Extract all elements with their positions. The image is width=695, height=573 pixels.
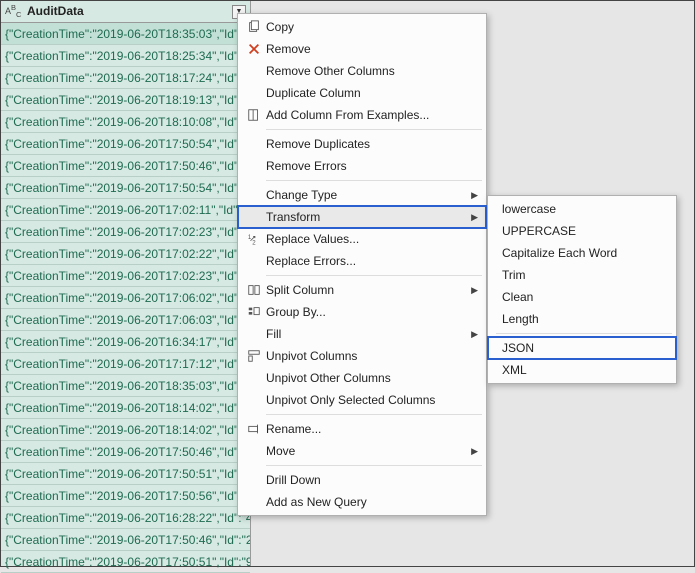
replace-values-icon: 12 [242,230,266,248]
data-row[interactable]: {"CreationTime":"2019-06-20T18:25:34","I… [1,45,250,67]
remove-icon [242,40,266,58]
data-row[interactable]: {"CreationTime":"2019-06-20T17:02:23","I… [1,221,250,243]
data-row[interactable]: {"CreationTime":"2019-06-20T17:50:51","I… [1,551,250,573]
menu-remove-duplicates[interactable]: Remove Duplicates [238,133,486,155]
menu-drill-down[interactable]: Drill Down [238,469,486,491]
add-column-icon [242,106,266,124]
data-row[interactable]: {"CreationTime":"2019-06-20T17:06:03","I… [1,309,250,331]
data-row[interactable]: {"CreationTime":"2019-06-20T18:10:08","I… [1,111,250,133]
text-type-icon: ABC [5,4,23,18]
data-row[interactable]: {"CreationTime":"2019-06-20T18:35:03","I… [1,375,250,397]
data-row[interactable]: {"CreationTime":"2019-06-20T17:50:54","I… [1,133,250,155]
data-row[interactable]: {"CreationTime":"2019-06-20T17:50:54","I… [1,177,250,199]
menu-duplicate-column[interactable]: Duplicate Column [238,82,486,104]
menu-rename[interactable]: Rename... [238,418,486,440]
submenu-trim[interactable]: Trim [488,264,676,286]
column-context-menu: Copy Remove Remove Other Columns Duplica… [237,13,487,516]
rename-icon [242,420,266,438]
menu-transform[interactable]: Transform▶ [238,206,486,228]
unpivot-icon [242,347,266,365]
data-row[interactable]: {"CreationTime":"2019-06-20T17:50:46","I… [1,155,250,177]
submenu-uppercase[interactable]: UPPERCASE [488,220,676,242]
data-row[interactable]: {"CreationTime":"2019-06-20T18:35:03","I… [1,23,250,45]
menu-add-column-examples[interactable]: Add Column From Examples... [238,104,486,126]
menu-remove-other-columns[interactable]: Remove Other Columns [238,60,486,82]
column-title: AuditData [27,4,84,18]
menu-split-column[interactable]: Split Column▶ [238,279,486,301]
data-row[interactable]: {"CreationTime":"2019-06-20T16:28:22","I… [1,507,250,529]
group-by-icon [242,303,266,321]
data-row[interactable]: {"CreationTime":"2019-06-20T17:17:12","I… [1,353,250,375]
copy-icon [242,18,266,36]
submenu-arrow-icon: ▶ [465,190,478,201]
menu-remove[interactable]: Remove [238,38,486,60]
submenu-json[interactable]: JSON [488,337,676,359]
submenu-capitalize[interactable]: Capitalize Each Word [488,242,676,264]
transform-submenu: lowercase UPPERCASE Capitalize Each Word… [487,195,677,384]
split-column-icon [242,281,266,299]
data-row[interactable]: {"CreationTime":"2019-06-20T16:34:17","I… [1,331,250,353]
menu-add-as-new-query[interactable]: Add as New Query [238,491,486,513]
submenu-xml[interactable]: XML [488,359,676,381]
data-row[interactable]: {"CreationTime":"2019-06-20T18:19:13","I… [1,89,250,111]
menu-replace-errors[interactable]: Replace Errors... [238,250,486,272]
menu-unpivot-columns[interactable]: Unpivot Columns [238,345,486,367]
data-row[interactable]: {"CreationTime":"2019-06-20T17:50:56","I… [1,485,250,507]
submenu-clean[interactable]: Clean [488,286,676,308]
submenu-lowercase[interactable]: lowercase [488,198,676,220]
submenu-arrow-icon: ▶ [465,446,478,457]
menu-unpivot-selected[interactable]: Unpivot Only Selected Columns [238,389,486,411]
data-row[interactable]: {"CreationTime":"2019-06-20T17:02:23","I… [1,265,250,287]
menu-change-type[interactable]: Change Type▶ [238,184,486,206]
menu-copy[interactable]: Copy [238,16,486,38]
data-row[interactable]: {"CreationTime":"2019-06-20T18:17:24","I… [1,67,250,89]
column-header[interactable]: ABC AuditData ▼ [1,1,250,23]
data-row[interactable]: {"CreationTime":"2019-06-20T17:50:46","I… [1,441,250,463]
data-row[interactable]: {"CreationTime":"2019-06-20T18:14:02","I… [1,397,250,419]
svg-text:2: 2 [252,239,256,246]
data-row[interactable]: {"CreationTime":"2019-06-20T18:14:02","I… [1,419,250,441]
submenu-arrow-icon: ▶ [465,212,478,223]
menu-unpivot-other[interactable]: Unpivot Other Columns [238,367,486,389]
data-row[interactable]: {"CreationTime":"2019-06-20T17:06:02","I… [1,287,250,309]
menu-replace-values[interactable]: 12 Replace Values... [238,228,486,250]
data-row[interactable]: {"CreationTime":"2019-06-20T17:02:22","I… [1,243,250,265]
menu-group-by[interactable]: Group By... [238,301,486,323]
menu-move[interactable]: Move▶ [238,440,486,462]
data-row[interactable]: {"CreationTime":"2019-06-20T17:50:51","I… [1,463,250,485]
data-row[interactable]: {"CreationTime":"2019-06-20T17:50:46","I… [1,529,250,551]
column-rows: {"CreationTime":"2019-06-20T18:35:03","I… [1,23,250,573]
auditdata-column: ABC AuditData ▼ {"CreationTime":"2019-06… [1,1,251,566]
submenu-arrow-icon: ▶ [465,329,478,340]
data-row[interactable]: {"CreationTime":"2019-06-20T17:02:11","I… [1,199,250,221]
menu-fill[interactable]: Fill▶ [238,323,486,345]
submenu-arrow-icon: ▶ [465,285,478,296]
menu-remove-errors[interactable]: Remove Errors [238,155,486,177]
submenu-length[interactable]: Length [488,308,676,330]
